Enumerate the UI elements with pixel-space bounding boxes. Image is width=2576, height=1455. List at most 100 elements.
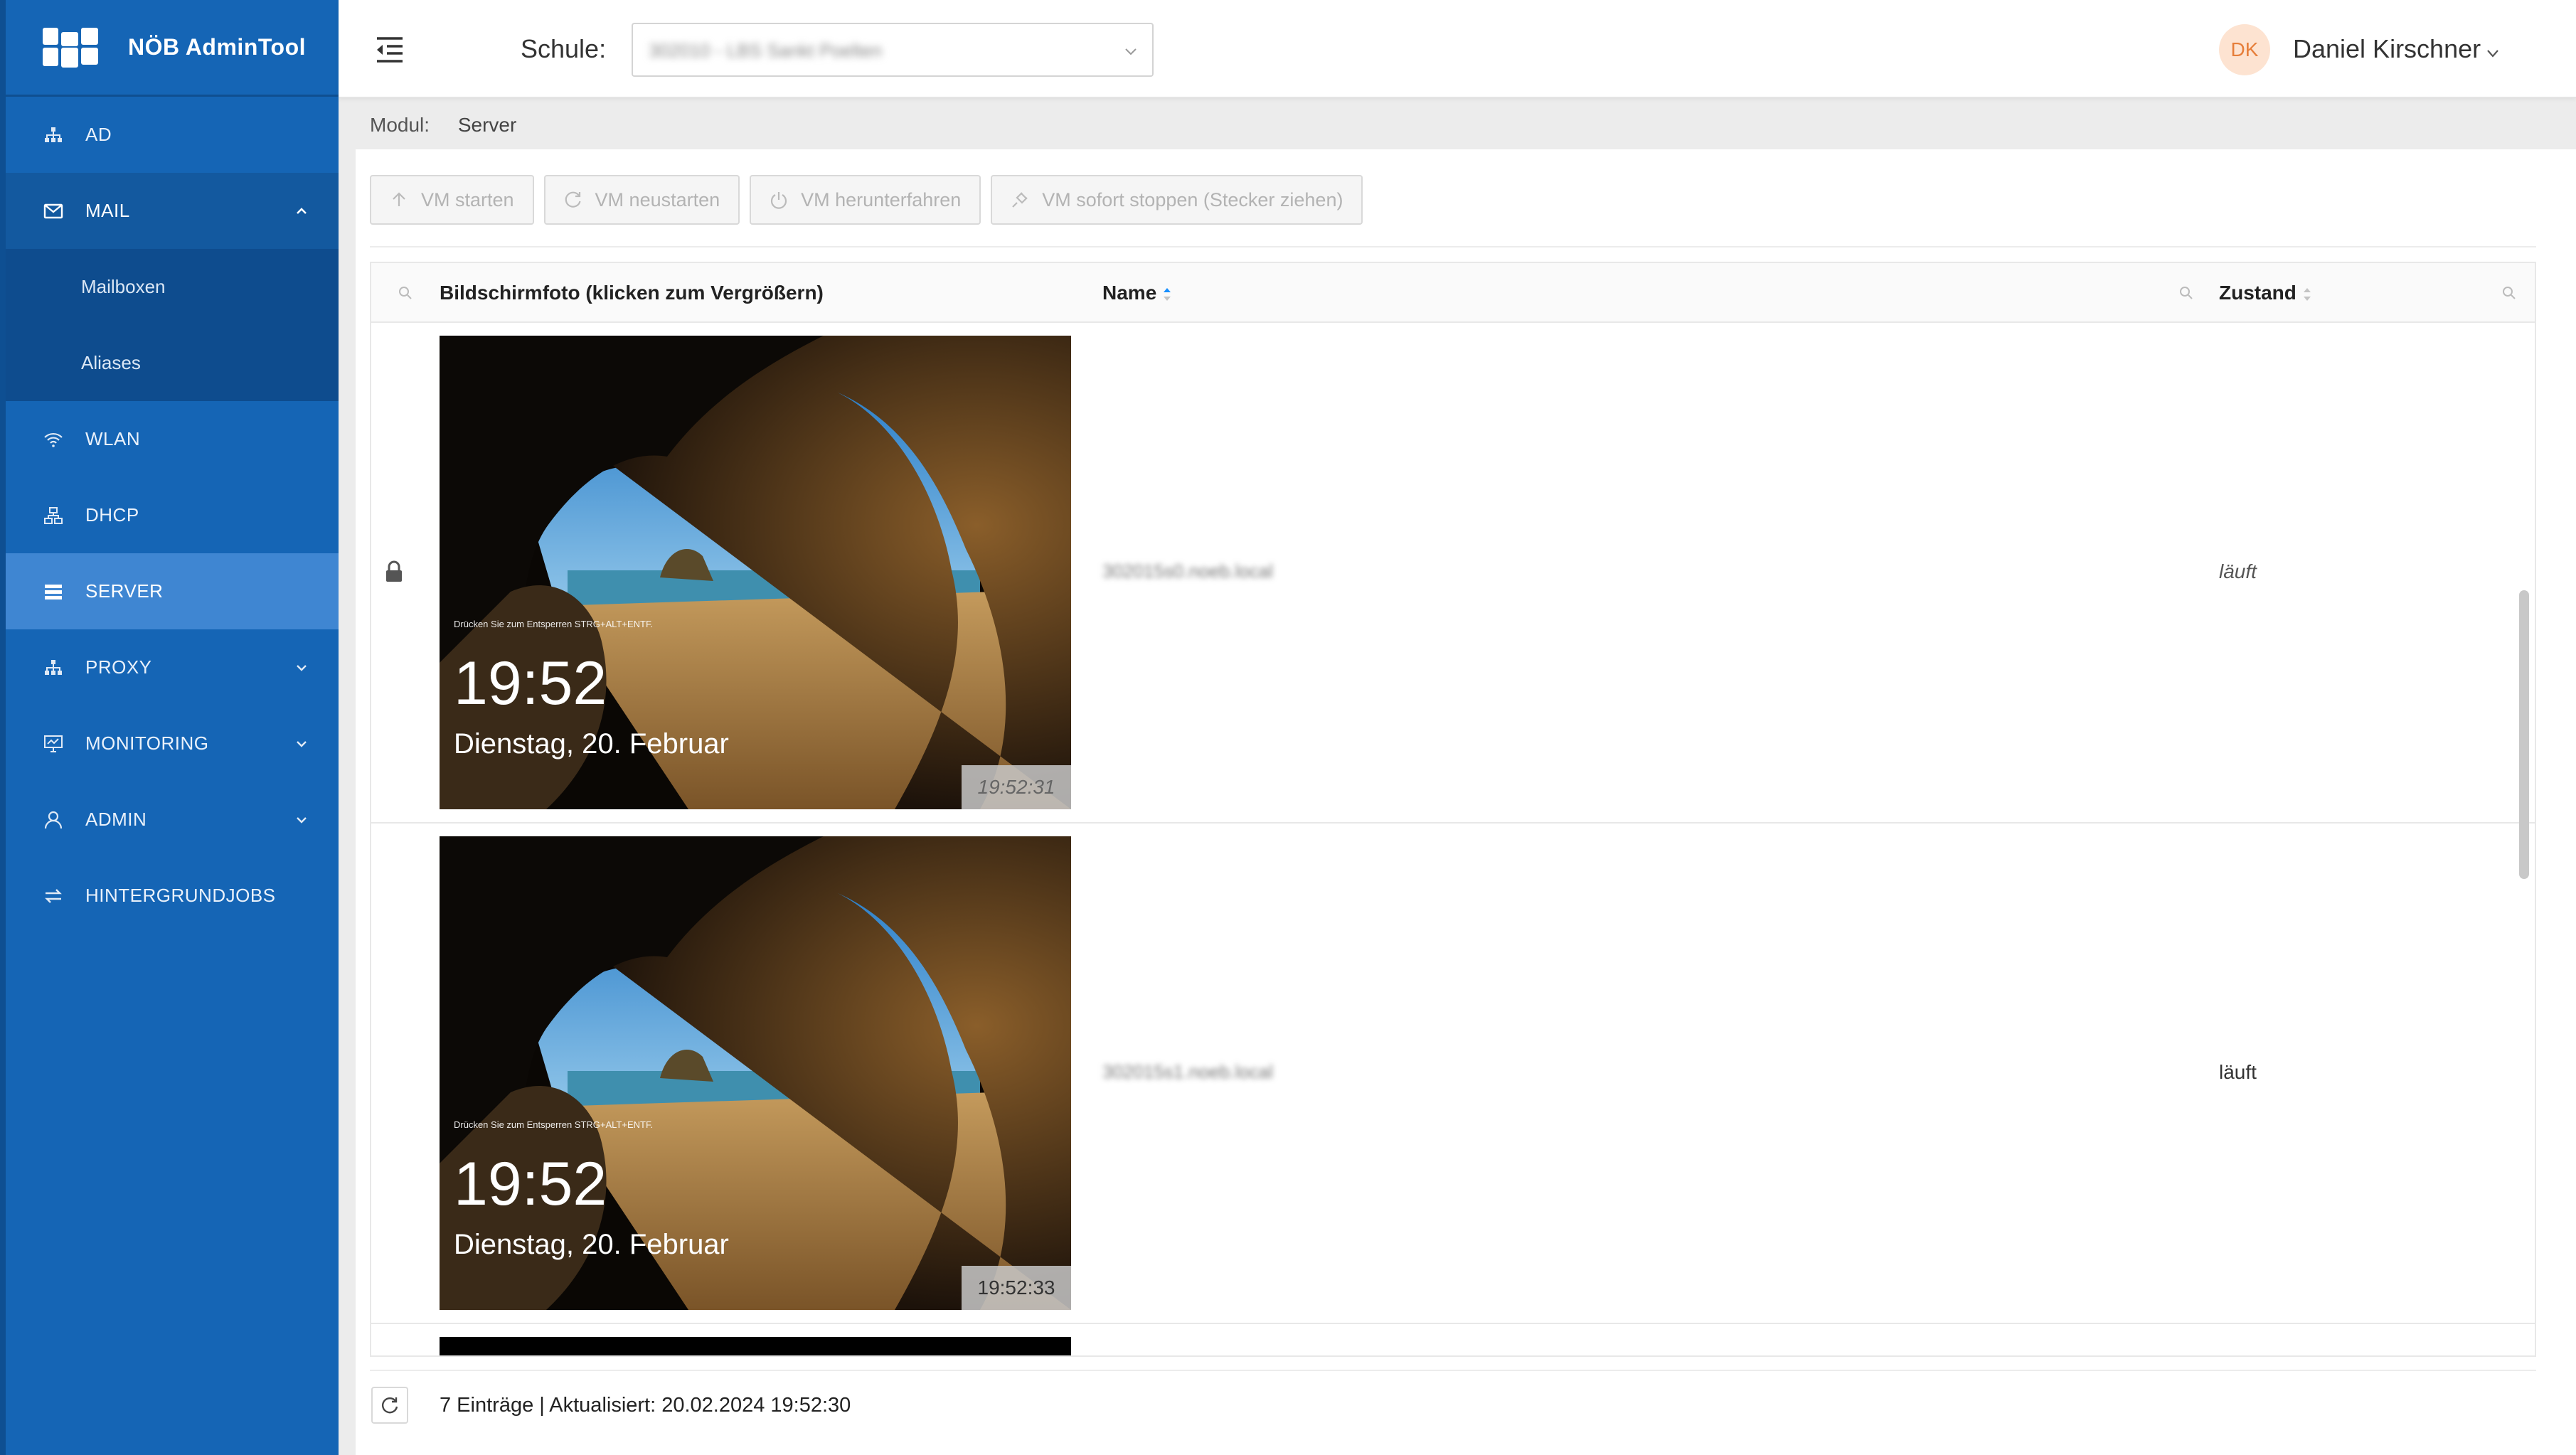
vm-name: 302015s1.noeb.local [1102, 1061, 1273, 1082]
table-header: Bildschirmfoto (klicken zum Vergrößern) … [371, 263, 2535, 323]
chevron-down-icon[interactable] [293, 659, 310, 676]
vm-state: läuft [2219, 560, 2257, 582]
breadcrumb-value: Server [457, 114, 517, 136]
mail-submenu: Mailboxen Aliases [6, 249, 339, 401]
divider [370, 246, 2536, 247]
sidebar-item-label: PROXY [85, 656, 152, 678]
sort-icon[interactable] [2301, 283, 2314, 306]
divider [370, 1370, 2536, 1371]
sidebar-item-mailboxen[interactable]: Mailboxen [6, 249, 339, 325]
button-label: VM sofort stoppen (Stecker ziehen) [1042, 188, 1343, 210]
sidebar-item-monitoring[interactable]: MONITORING [6, 705, 339, 782]
column-header-label: Name [1102, 282, 1157, 304]
menu-fold-icon[interactable] [374, 36, 405, 64]
sidebar-item-aliases[interactable]: Aliases [6, 325, 339, 401]
vm-name: 302015s0.noeb.local [1102, 560, 1273, 582]
sidebar-item-ad[interactable]: AD [6, 97, 339, 173]
search-icon[interactable] [2178, 284, 2195, 302]
chevron-down-icon[interactable] [293, 811, 310, 828]
plug-icon [1012, 192, 1028, 208]
mail-icon [43, 201, 64, 222]
sidebar-item-label: ADMIN [85, 809, 147, 830]
column-header-state[interactable]: Zustand [2219, 282, 2314, 306]
server-icon [43, 581, 64, 602]
arrow-up-icon [393, 192, 405, 206]
network-icon [43, 505, 64, 526]
sidebar-item-wlan[interactable]: WLAN [6, 401, 339, 477]
sidebar-item-label: WLAN [85, 428, 141, 449]
column-header-label: Zustand [2219, 282, 2296, 304]
school-label: Schule: [521, 34, 607, 63]
vm-toolbar: VM starten VM neustarten VM herunterfahr… [370, 175, 1373, 225]
reload-icon [565, 191, 581, 208]
sidebar-item-label: MAIL [85, 200, 130, 221]
table-row[interactable] [371, 1324, 2535, 1355]
lockscreen-date: Dienstag, 20. Februar [454, 728, 729, 760]
monitor-icon [43, 733, 64, 755]
sidebar-item-dhcp[interactable]: DHCP [6, 477, 339, 553]
table-row[interactable]: Drücken Sie zum Entsperren STRG+ALT+ENTF… [371, 323, 2535, 824]
app-logo-icon [43, 27, 98, 68]
vm-screenshot[interactable]: Drücken Sie zum Entsperren STRG+ALT+ENTF… [440, 836, 1071, 1310]
sidebar-item-hintergrundjobs[interactable]: HINTERGRUNDJOBS [6, 858, 339, 934]
reload-icon [382, 1397, 398, 1414]
content-panel: VM starten VM neustarten VM herunterfahr… [356, 149, 2576, 1455]
chevron-down-icon[interactable] [2485, 46, 2501, 61]
vm-screenshot[interactable]: Drücken Sie zum Entsperren STRG+ALT+ENTF… [440, 336, 1071, 809]
swap-icon [43, 885, 64, 907]
sitemap-icon [43, 657, 64, 678]
user-icon [43, 809, 64, 831]
wifi-icon [43, 429, 64, 450]
sidebar-item-mail[interactable]: MAIL [6, 173, 339, 249]
lockscreen-hint: Drücken Sie zum Entsperren STRG+ALT+ENTF… [454, 1119, 654, 1130]
vm-screenshot[interactable] [440, 1337, 1071, 1355]
table-status: 7 Einträge | Aktualisiert: 20.02.2024 19… [440, 1394, 851, 1417]
sidebar-item-label: DHCP [85, 504, 139, 526]
column-header-name[interactable]: Name [1102, 282, 1173, 306]
sort-ascending-icon[interactable] [1161, 283, 1173, 306]
server-table: Bildschirmfoto (klicken zum Vergrößern) … [370, 262, 2536, 1357]
school-select[interactable]: 302010 - LBS Sankt Poelten [632, 23, 1154, 77]
avatar[interactable]: DK [2219, 24, 2270, 75]
column-header-screenshot: Bildschirmfoto (klicken zum Vergrößern) [440, 282, 824, 304]
app-title: NÖB AdminTool [128, 34, 307, 60]
chevron-down-icon[interactable] [293, 735, 310, 752]
lock-icon [386, 560, 402, 582]
vm-start-button[interactable]: VM starten [370, 175, 534, 225]
sidebar-item-server[interactable]: SERVER [6, 553, 339, 629]
last-updated: Aktualisiert: 20.02.2024 19:52:30 [549, 1394, 851, 1417]
sidebar-item-label: SERVER [85, 580, 164, 602]
sidebar-item-admin[interactable]: ADMIN [6, 782, 339, 858]
screenshot-timestamp: 19:52:31 [962, 765, 1071, 809]
user-name[interactable]: Daniel Kirschner [2293, 34, 2481, 64]
sidebar-item-proxy[interactable]: PROXY [6, 629, 339, 705]
button-label: VM neustarten [595, 188, 720, 210]
breadcrumb: Modul: Server [370, 114, 516, 137]
sidebar-item-label: MONITORING [85, 732, 209, 754]
search-icon[interactable] [397, 284, 414, 302]
vm-restart-button[interactable]: VM neustarten [543, 175, 740, 225]
vm-force-stop-button[interactable]: VM sofort stoppen (Stecker ziehen) [991, 175, 1363, 225]
lockscreen-time: 19:52 [454, 1150, 607, 1218]
power-icon [771, 192, 787, 209]
school-select-value: 302010 - LBS Sankt Poelten [649, 40, 883, 61]
entry-count: 7 Einträge [440, 1394, 534, 1417]
lockscreen-hint: Drücken Sie zum Entsperren STRG+ALT+ENTF… [454, 619, 654, 629]
sidebar-item-label: AD [85, 124, 112, 145]
brand[interactable]: NÖB AdminTool [6, 0, 339, 97]
chevron-up-icon[interactable] [293, 203, 310, 220]
screenshot-timestamp: 19:52:33 [962, 1266, 1071, 1310]
scrollbar[interactable] [2519, 590, 2529, 879]
button-label: VM starten [421, 188, 514, 210]
table-row[interactable]: Drücken Sie zum Entsperren STRG+ALT+ENTF… [371, 824, 2535, 1324]
vm-shutdown-button[interactable]: VM herunterfahren [750, 175, 981, 225]
lockscreen-time: 19:52 [454, 649, 607, 718]
refresh-button[interactable] [371, 1387, 408, 1424]
search-icon[interactable] [2501, 284, 2518, 302]
sitemap-icon [43, 124, 64, 146]
sidebar-item-label: HINTERGRUNDJOBS [85, 885, 276, 906]
status-separator: | [539, 1394, 545, 1417]
lockscreen-date: Dienstag, 20. Februar [454, 1229, 729, 1260]
sidebar: NÖB AdminTool AD MAIL Mailboxen Aliases … [0, 0, 339, 1455]
vm-state: läuft [2219, 1061, 2257, 1083]
